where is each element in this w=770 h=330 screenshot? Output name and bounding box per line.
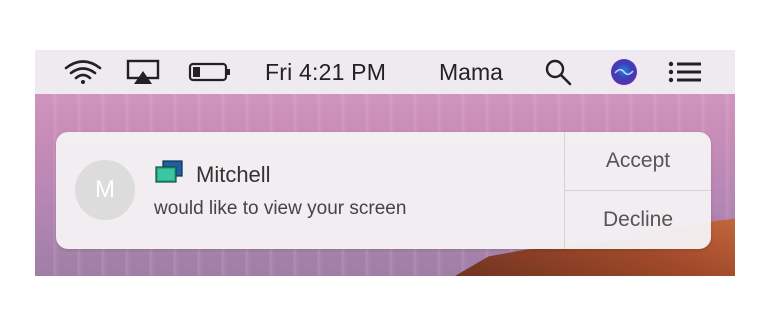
fast-user-switch-name[interactable]: Mama — [439, 59, 503, 86]
search-icon[interactable] — [543, 59, 573, 86]
desktop: Fri 4:21 PM Mama M Mitchell would like t… — [35, 50, 735, 276]
accept-button[interactable]: Accept — [565, 132, 711, 191]
decline-button[interactable]: Decline — [565, 191, 711, 249]
screen-sharing-icon — [154, 160, 184, 184]
wifi-icon[interactable] — [63, 60, 103, 84]
notification-center-icon[interactable] — [667, 60, 703, 84]
notification-actions: Accept Decline — [564, 132, 711, 249]
screen-sharing-notification: M Mitchell would like to view your scree… — [56, 132, 711, 249]
sender-name: Mitchell — [196, 162, 271, 187]
menu-bar: Fri 4:21 PM Mama — [35, 50, 735, 94]
siri-icon[interactable] — [609, 58, 639, 86]
menu-bar-clock[interactable]: Fri 4:21 PM — [265, 59, 386, 86]
avatar: M — [75, 160, 135, 220]
notification-message: would like to view your screen — [154, 198, 407, 219]
airplay-icon[interactable] — [125, 59, 161, 84]
battery-icon[interactable] — [187, 60, 233, 84]
